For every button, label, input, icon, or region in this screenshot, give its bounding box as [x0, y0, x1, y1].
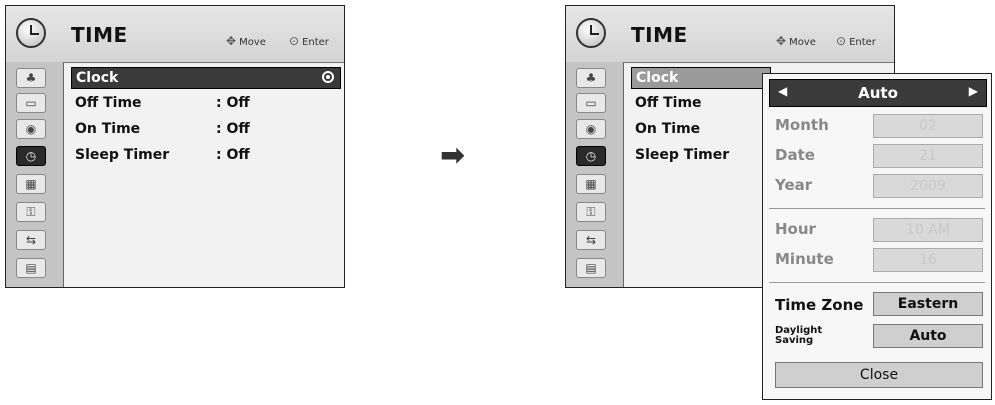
enter-icon: ⊙ [289, 34, 300, 48]
audio-icon[interactable]: ◉ [16, 119, 46, 139]
minute-field: 16 [873, 248, 983, 272]
input-icon[interactable]: ⇆ [16, 230, 46, 250]
picture-icon[interactable]: ▭ [16, 93, 46, 113]
minute-label: Minute [775, 250, 834, 268]
year-label: Year [775, 176, 813, 194]
menu-titlebar: TIME ✥ Move ⊙ Enter [6, 6, 344, 63]
option-icon[interactable]: ▦ [16, 174, 46, 194]
movie-icon[interactable]: ▤ [16, 258, 46, 278]
movie-icon[interactable]: ▤ [576, 258, 606, 278]
time-icon[interactable]: ◷ [16, 146, 46, 166]
year-field: 2009 [873, 174, 983, 198]
move-arrows-icon: ✥ [776, 34, 787, 48]
date-label: Date [775, 146, 815, 164]
clock-icon [576, 18, 606, 48]
lock-icon[interactable]: ⚿ [576, 202, 606, 222]
input-icon[interactable]: ⇆ [576, 230, 606, 250]
menu-item-sleep-timer[interactable]: Sleep Timer [631, 145, 771, 167]
audio-icon[interactable]: ◉ [576, 119, 606, 139]
enter-hint: ⊙ Enter [289, 34, 329, 48]
menu-item-clock[interactable]: Clock [71, 67, 341, 89]
divider [769, 208, 985, 209]
setup-icon[interactable]: ♣ [576, 68, 606, 88]
daylight-saving-label: Daylight Saving [775, 325, 823, 346]
menu-titlebar: TIME ✥ Move ⊙ Enter [566, 6, 894, 63]
category-icon-column: ♣ ▭ ◉ ◷ ▦ ⚿ ⇆ ▤ [566, 62, 624, 287]
month-label: Month [775, 116, 829, 134]
right-arrow-icon[interactable]: ▶ [969, 84, 978, 98]
category-icon-column: ♣ ▭ ◉ ◷ ▦ ⚿ ⇆ ▤ [6, 62, 64, 287]
clock-icon [16, 18, 46, 48]
time-zone-field[interactable]: Eastern [873, 292, 983, 316]
date-field: 21 [873, 144, 983, 168]
right-arrow-icon: ➡ [440, 138, 466, 173]
menu-item-clock[interactable]: Clock [631, 67, 771, 89]
enter-hint: ⊙ Enter [836, 34, 876, 48]
move-arrows-icon: ✥ [226, 34, 237, 48]
picture-icon[interactable]: ▭ [576, 93, 606, 113]
enter-icon: ⊙ [836, 34, 847, 48]
clock-settings-popup: ◀ Auto ▶ Month 02 Date 21 Year 2009 Hour… [762, 73, 992, 400]
clock-mode-selector[interactable]: ◀ Auto ▶ [769, 79, 987, 107]
lock-icon[interactable]: ⚿ [16, 202, 46, 222]
menu-item-off-time[interactable]: Off Time: Off [71, 93, 341, 115]
hour-label: Hour [775, 220, 816, 238]
time-icon[interactable]: ◷ [576, 146, 606, 166]
move-hint: ✥ Move [226, 34, 266, 48]
setup-icon[interactable]: ♣ [16, 68, 46, 88]
hour-field: 10 AM [873, 218, 983, 242]
menu-title: TIME [631, 23, 688, 47]
menu-item-sleep-timer[interactable]: Sleep Timer: Off [71, 145, 341, 167]
move-hint: ✥ Move [776, 34, 816, 48]
time-zone-label: Time Zone [775, 296, 864, 314]
month-field: 02 [873, 114, 983, 138]
selected-radio-icon [322, 71, 334, 83]
close-button[interactable]: Close [775, 362, 983, 388]
menu-item-on-time[interactable]: On Time [631, 119, 771, 141]
menu-title: TIME [71, 23, 128, 47]
menu-item-off-time[interactable]: Off Time [631, 93, 771, 115]
divider [769, 282, 985, 283]
daylight-saving-field[interactable]: Auto [873, 324, 983, 348]
time-menu-panel: TIME ✥ Move ⊙ Enter ♣ ▭ ◉ ◷ ▦ ⚿ ⇆ ▤ Clock … [5, 5, 345, 288]
option-icon[interactable]: ▦ [576, 174, 606, 194]
menu-item-on-time[interactable]: On Time: Off [71, 119, 341, 141]
